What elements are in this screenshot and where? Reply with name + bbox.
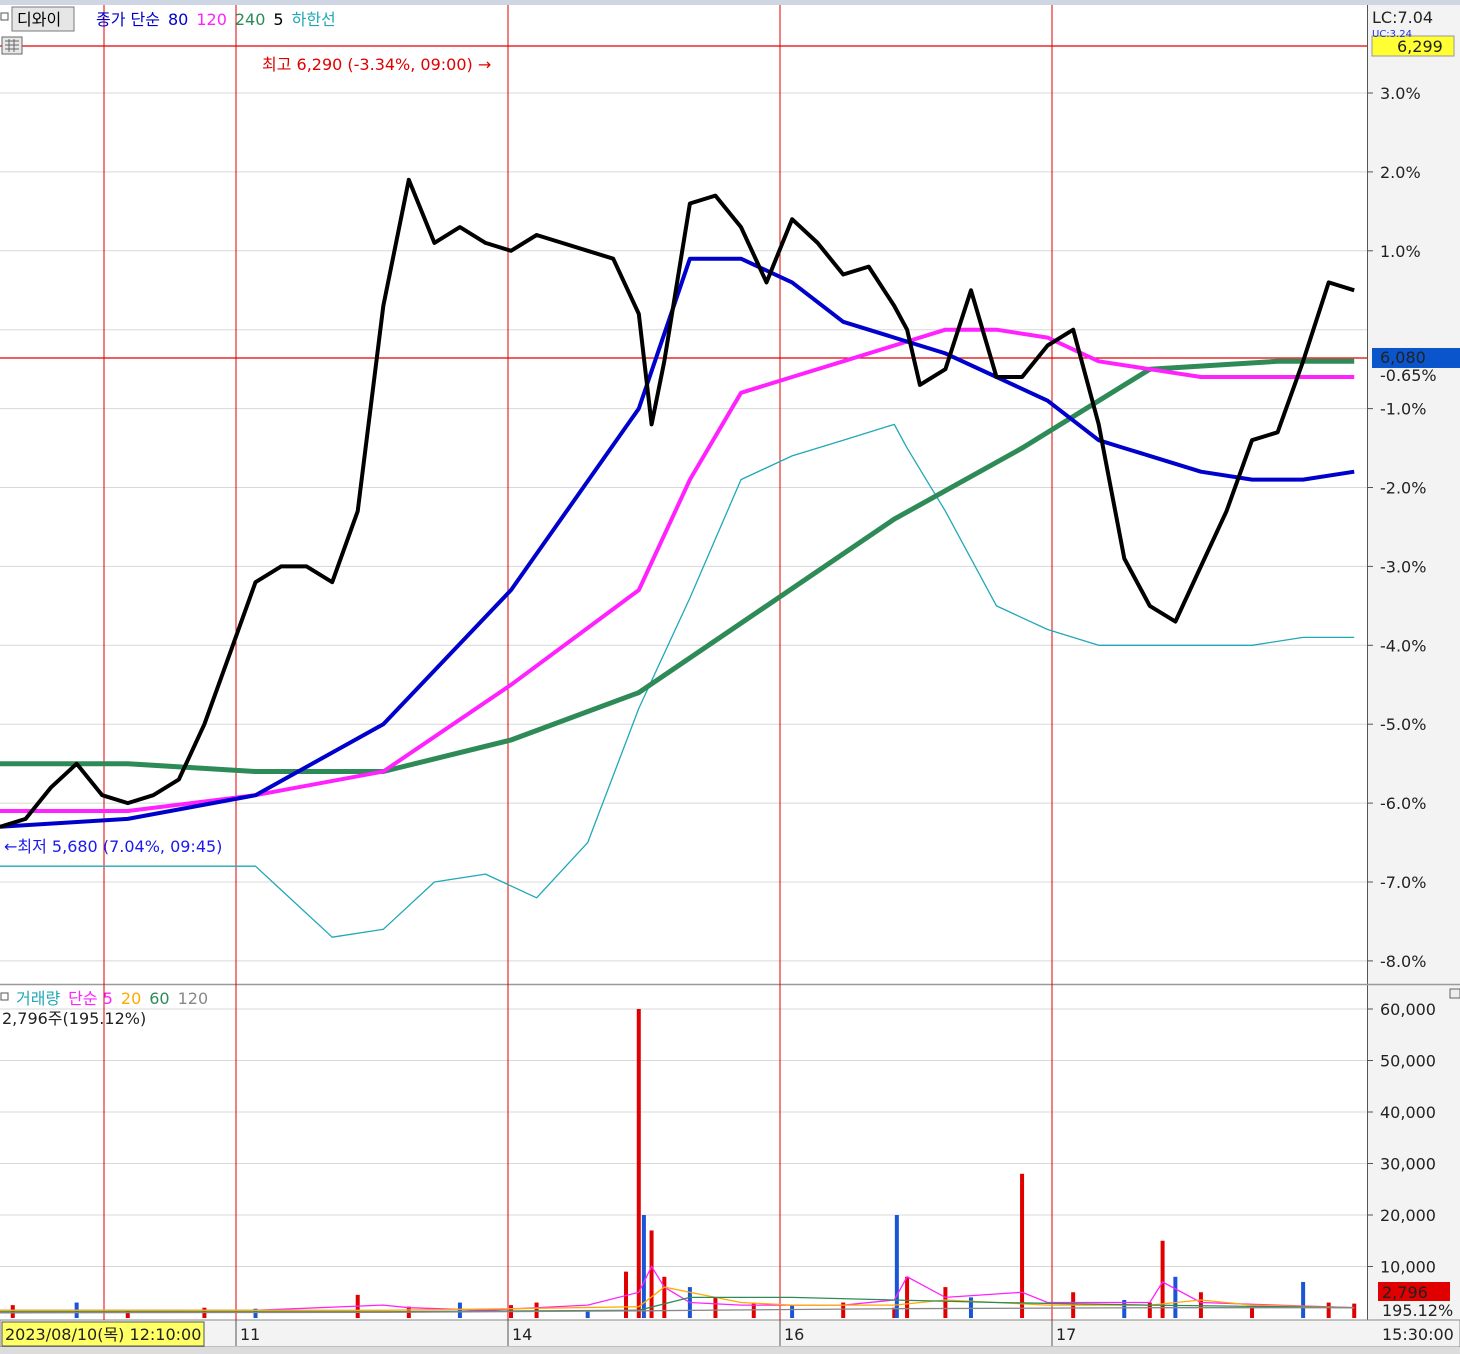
price-legend-item: 240 [235, 10, 266, 29]
price-tick-label: -3.0% [1380, 557, 1426, 576]
svg-text:종가 단순801202405하한선: 종가 단순 80 120 240 5 하한선 [96, 10, 336, 29]
price-tick-label: -4.0% [1380, 636, 1426, 655]
volume-legend-item: 거래량 [16, 989, 60, 1008]
volume-pct-tag: 195.12% [1382, 1301, 1453, 1320]
current-price-tag-text: 6,080 [1380, 348, 1426, 367]
x-tick-label: 16 [784, 1325, 804, 1344]
volume-tick-label: 50,000 [1380, 1052, 1436, 1071]
volume-bar [713, 1297, 718, 1318]
price-tick-label: -2.0% [1380, 479, 1426, 498]
current-pct-tag-text: -0.65% [1380, 366, 1437, 385]
volume-tick-label: 30,000 [1380, 1155, 1436, 1174]
price-tick-label: 2.0% [1380, 163, 1421, 182]
volume-info: 2,796주(195.12%) [2, 1009, 146, 1028]
horizontal-scrollbar[interactable] [0, 1347, 1460, 1354]
right-axis-background [1368, 5, 1460, 1320]
svg-text:거래량단순 52060120: 거래량 단순 5 20 60 120 [16, 989, 208, 1008]
volume-bar [636, 1009, 641, 1318]
lc-label: LC:7.04 [1372, 8, 1433, 27]
price-tick-label: 1.0% [1380, 242, 1421, 261]
volume-bar [790, 1305, 795, 1318]
volume-bar [968, 1297, 973, 1318]
top-frame-bar [0, 0, 1460, 5]
volume-tick-label: 10,000 [1380, 1258, 1436, 1277]
panel-collapse-icon[interactable] [1449, 988, 1460, 999]
volume-tick-label: 60,000 [1380, 1000, 1436, 1019]
price-legend-item: 하한선 [292, 10, 336, 29]
volume-legend-square-icon [0, 992, 9, 1001]
volume-tags: 2,796 195.12% [1378, 1282, 1453, 1320]
volume-bar [1250, 1307, 1255, 1318]
high-annotation: 최고 6,290 (-3.34%, 09:00) → [262, 55, 491, 74]
volume-bar [1173, 1276, 1178, 1318]
uc-label: UC:3.24 [1372, 29, 1412, 40]
time-axis-bar [0, 1319, 1460, 1348]
price-tick-label: -6.0% [1380, 794, 1426, 813]
current-volume-tag: 2,796 [1382, 1283, 1428, 1302]
price-legend-item: 120 [196, 10, 227, 29]
volume-bar [894, 1215, 899, 1318]
price-tick-label: -8.0% [1380, 952, 1426, 971]
stock-chart[interactable]: 3.0% 2.0% 1.0% -1.0% -2.0% -3.0% -4.0% -5.0% -6.… [0, 0, 1460, 1354]
price-tick-label: -5.0% [1380, 715, 1426, 734]
volume-bar [649, 1230, 654, 1318]
volume-bar [1301, 1281, 1306, 1318]
volume-bar [662, 1276, 667, 1318]
volume-legend-item: 단순 5 [68, 989, 113, 1008]
volume-tick-label: 20,000 [1380, 1206, 1436, 1225]
volume-bar [457, 1302, 462, 1318]
volume-legend-item: 20 [121, 989, 141, 1008]
volume-bar [1352, 1303, 1357, 1318]
price-tick-label: -1.0% [1380, 400, 1426, 419]
volume-bar [943, 1287, 948, 1318]
volume-bar [1020, 1173, 1025, 1318]
price-legend-item: 5 [273, 10, 283, 29]
end-time-label: 15:30:00 [1382, 1325, 1454, 1344]
price-tick-label: 3.0% [1380, 84, 1421, 103]
price-legend-item: 80 [168, 10, 188, 29]
low-annotation: ←최저 5,680 (7.04%, 09:45) [4, 837, 222, 856]
x-tick-label: 17 [1056, 1325, 1076, 1344]
volume-legend-item: 60 [149, 989, 169, 1008]
volume-bar [1160, 1240, 1165, 1318]
symbol-button-label: 디와이 [17, 10, 61, 29]
volume-legend-item: 120 [178, 989, 209, 1008]
volume-bar [905, 1276, 910, 1318]
volume-tick-label: 40,000 [1380, 1103, 1436, 1122]
volume-bar [1326, 1302, 1331, 1318]
x-tick-label: 14 [512, 1325, 532, 1344]
time-cursor-label: 2023/08/10(목) 12:10:00 [5, 1325, 201, 1344]
legend-square-icon [0, 12, 9, 21]
x-tick-label: 11 [240, 1325, 260, 1344]
price-tick-label: -7.0% [1380, 873, 1426, 892]
price-legend-item: 종가 단순 [96, 10, 160, 29]
